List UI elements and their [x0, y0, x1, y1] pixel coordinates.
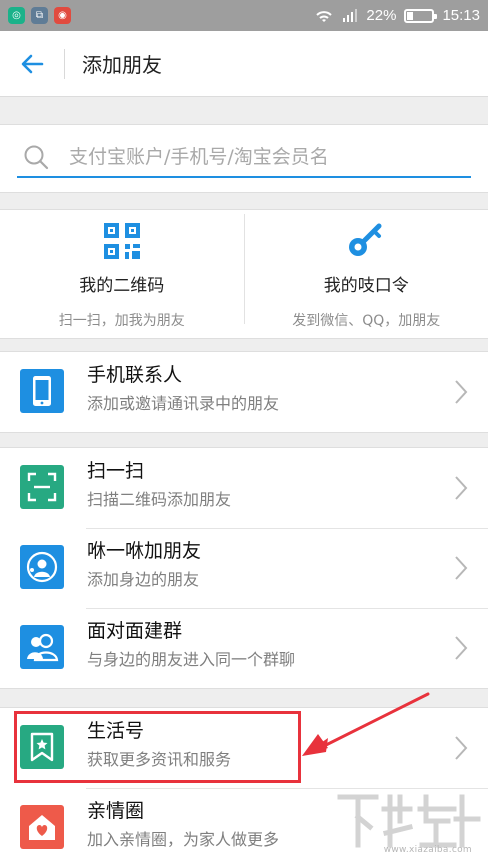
qr-code-icon [103, 223, 140, 259]
status-bar: ◎ ⧉ ◉ 22% 15:13 [0, 0, 488, 31]
item-subtitle: 加入亲情圈，为家人做更多 [87, 830, 280, 849]
chevron-right-icon [455, 636, 468, 660]
phone-icon [20, 369, 64, 413]
green-app-icon: ◎ [8, 7, 25, 24]
highlight-box [14, 711, 301, 783]
card-title: 我的二维码 [79, 276, 165, 296]
nearby-section: 扫一扫 扫描二维码添加朋友 咻一咻加朋友 添加身边的朋友 面对面建群 与身边的朋… [0, 447, 488, 689]
card-subtitle: 扫一扫，加我为朋友 [58, 313, 185, 329]
nav-header: 添加朋友 [0, 31, 488, 97]
list-item-phone-contacts[interactable]: 手机联系人 添加或邀请通讯录中的朋友 [0, 352, 488, 432]
my-qr-code-card[interactable]: 我的二维码 扫一扫，加我为朋友 [0, 210, 244, 338]
item-title: 面对面建群 [87, 620, 183, 642]
list-item-scan[interactable]: 扫一扫 扫描二维码添加朋友 [0, 448, 488, 528]
key-icon [349, 223, 382, 256]
search-input[interactable] [69, 146, 449, 168]
chevron-right-icon [455, 380, 468, 404]
battery-percent: 22% [366, 7, 397, 24]
watermark-text: www.xiazaiba.com [383, 845, 472, 855]
contacts-section: 手机联系人 添加或邀请通讯录中的朋友 [0, 351, 488, 433]
list-item-face-to-face-group[interactable]: 面对面建群 与身边的朋友进入同一个群聊 [0, 608, 488, 688]
signal-icon [343, 9, 358, 22]
weibo-icon: ◉ [54, 7, 71, 24]
back-button[interactable] [0, 31, 64, 97]
wifi-icon [316, 10, 333, 22]
back-arrow-icon [21, 54, 44, 73]
gray-app-icon: ⧉ [31, 7, 48, 24]
radar-icon [20, 545, 64, 589]
item-title: 扫一扫 [87, 460, 145, 482]
search-bar [0, 124, 488, 193]
item-title: 咻一咻加朋友 [87, 540, 202, 562]
item-title: 亲情圈 [87, 800, 145, 822]
item-title: 手机联系人 [87, 364, 183, 386]
scan-icon [20, 465, 64, 509]
chevron-right-icon [455, 556, 468, 580]
item-subtitle: 扫描二维码添加朋友 [87, 490, 232, 509]
chevron-right-icon [455, 736, 468, 760]
my-share-code-card[interactable]: 我的吱口令 发到微信、QQ，加朋友 [245, 210, 488, 338]
battery-icon [404, 8, 438, 23]
item-subtitle: 添加或邀请通讯录中的朋友 [87, 394, 280, 413]
group-icon [20, 625, 64, 669]
search-field[interactable] [17, 138, 471, 178]
list-item-shake-add[interactable]: 咻一咻加朋友 添加身边的朋友 [0, 528, 488, 608]
card-subtitle: 发到微信、QQ，加朋友 [292, 313, 441, 329]
quick-actions: 我的二维码 扫一扫，加我为朋友 我的吱口令 发到微信、QQ，加朋友 [0, 209, 488, 339]
header-divider [64, 48, 65, 79]
clock: 15:13 [442, 7, 480, 24]
home-heart-icon [20, 805, 64, 849]
page-title: 添加朋友 [82, 53, 162, 77]
card-title: 我的吱口令 [323, 276, 409, 296]
search-icon [24, 145, 49, 170]
item-subtitle: 添加身边的朋友 [87, 570, 200, 589]
item-subtitle: 与身边的朋友进入同一个群聊 [87, 650, 296, 669]
chevron-right-icon [455, 476, 468, 500]
annotation-arrow [302, 692, 430, 756]
